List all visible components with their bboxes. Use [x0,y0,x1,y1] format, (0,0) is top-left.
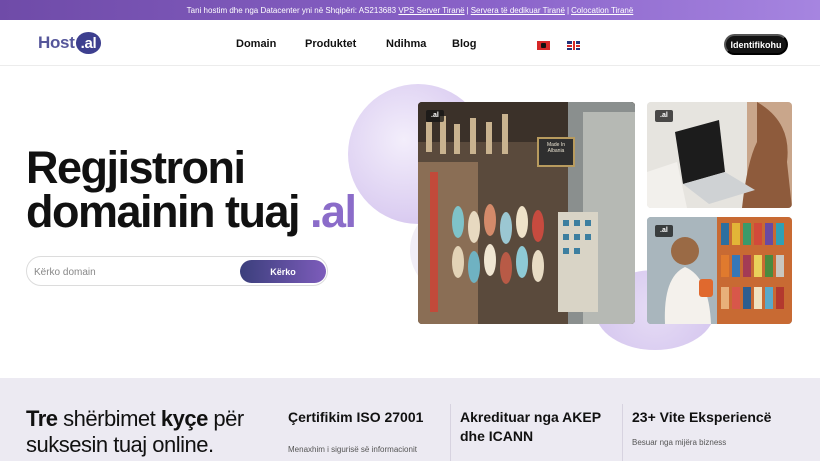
announcement-bar: Tani hostim dhe nga Datacenter yni në Sh… [0,0,820,20]
market-photo: Made In Albania .al [418,102,635,324]
feature-akep: Akredituar nga AKEP dhe ICANN [460,408,620,446]
menu-item-ndihma[interactable]: Ndihma [386,38,426,50]
features-title-bold1: Tre [26,406,58,431]
divider [622,404,623,461]
features-title-line2: suksesin tuaj online. [26,432,214,457]
english-flag-icon[interactable] [567,41,580,50]
colocation-link[interactable]: Colocation Tiranë [571,6,633,15]
domain-tag: .al [655,225,673,237]
vps-server-link[interactable]: VPS Server Tiranë [398,6,464,15]
features-title: Tre shërbimet kyçe për suksesin tuaj onl… [26,406,244,458]
feature-title: Akredituar nga AKEP dhe ICANN [460,409,601,444]
market-illustration [418,102,635,324]
domain-tag: .al [426,110,444,122]
logo-text: Host [38,33,75,52]
separator: | [566,5,570,15]
login-button[interactable]: Identifikohu [724,34,788,55]
logo[interactable]: Host .al [38,32,102,54]
separator: | [466,5,469,15]
domain-tag: .al [655,110,673,122]
feature-description: Besuar nga mijëra bizness [632,438,727,447]
menu-item-domain[interactable]: Domain [236,38,276,50]
shop-sign-text: Made In Albania [546,142,566,154]
dedicated-server-link[interactable]: Servera të dedikuar Tiranë [471,6,565,15]
hero-title-line1: Regjistroni [26,142,246,193]
feature-iso: Çertifikim ISO 27001 Menaxhim i sigurisë… [288,408,448,454]
menu-item-blog[interactable]: Blog [452,38,476,50]
features-title-end: për [207,406,244,431]
features-title-bold2: kyçe [160,406,208,431]
domain-search-form: Kërko [26,256,328,286]
domain-search-input[interactable] [34,263,234,281]
announcement-text: Tani hostim dhe nga Datacenter yni në Sh… [186,5,397,15]
hero-title: Regjistroni domainin tuaj .al [26,142,357,234]
albanian-flag-icon[interactable] [537,41,550,50]
feature-title: Çertifikim ISO 27001 [288,409,424,425]
menu-item-produktet[interactable]: Produktet [305,38,356,50]
features-title-line1: Tre shërbimet kyçe për [26,406,244,432]
feature-description: Menaxhim i sigurisë së informacionit [288,445,417,454]
features-title-mid: shërbimet [57,406,161,431]
shop-photo: .al [647,217,792,324]
feature-experience: 23+ Vite Eksperiencë Besuar nga mijëra b… [632,408,812,447]
search-button[interactable]: Kërko [240,260,326,283]
divider [450,404,451,461]
hero-title-text: domainin tuaj [26,186,301,237]
hero-title-line2: domainin tuaj .al [26,189,357,234]
hero-title-tld: .al [310,186,357,237]
laptop-photo: .al [647,102,792,208]
feature-title: 23+ Vite Eksperiencë [632,409,772,425]
logo-badge: .al [75,32,102,54]
main-navigation: Host .al Domain Produktet Ndihma Blog Ide… [0,20,820,66]
